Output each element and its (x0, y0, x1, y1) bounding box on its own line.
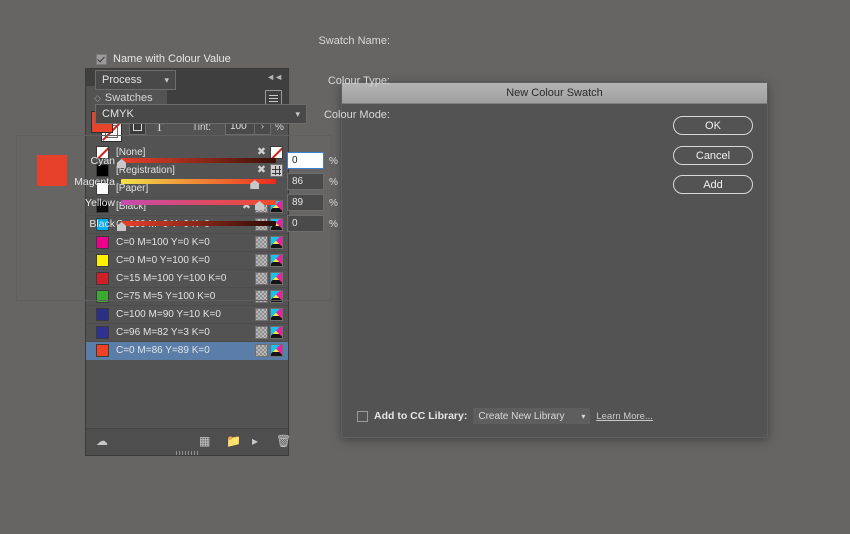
swatch-row[interactable]: C=96 M=82 Y=3 K=0 (86, 324, 288, 342)
slider-label: Black (89, 218, 115, 230)
new-colour-swatch-dialog: New Colour Swatch (341, 82, 768, 438)
object-square-icon (133, 122, 142, 131)
swatch-colour-chip (97, 327, 108, 338)
tint-label: Tint: (192, 122, 212, 133)
cmyk-mode-icon (271, 309, 282, 320)
tint-grid-icon (256, 345, 267, 356)
colour-slider-row: Cyan 0% (17, 152, 338, 170)
colour-mode-dropdown[interactable]: CMYK ▾ (96, 105, 306, 123)
slider-percent-label: % (329, 156, 338, 167)
cmyk-mode-icon (271, 345, 282, 356)
swatch-name-label: Swatch Name: (318, 35, 390, 47)
swatch-colour-chip (97, 309, 108, 320)
colour-type-dropdown[interactable]: Process ▾ (96, 71, 175, 89)
slider-percent-label: % (329, 177, 338, 188)
new-swatch-icon[interactable]: ▸ (252, 435, 258, 448)
swatch-name-label: C=96 M=82 Y=3 K=0 (116, 327, 210, 338)
tab-grip-icon: ◇ (94, 92, 101, 103)
cc-library-icon[interactable]: ☁ (96, 435, 108, 448)
swatch-colour-chip (97, 345, 108, 356)
dialog-title: New Colour Swatch (506, 87, 603, 99)
swatch-name-label: C=100 M=90 Y=10 K=0 (116, 309, 221, 320)
add-button[interactable]: Add (673, 175, 753, 194)
tab-swatches-label: Swatches (104, 92, 153, 104)
colour-mode-value: CMYK (102, 108, 134, 120)
menu-line (269, 95, 278, 96)
slider-label: Yellow (85, 197, 115, 209)
panel-footer: ☁ ▦ 📁 ▸ 🗑 (86, 428, 291, 455)
slider-track[interactable] (121, 158, 276, 163)
tint-grid-icon (256, 327, 267, 338)
cc-library-dropdown-value: Create New Library (478, 410, 565, 422)
slider-value-input[interactable]: 86 (288, 174, 323, 189)
swatch-row[interactable]: C=0 M=86 Y=89 K=0 (86, 342, 288, 360)
colour-type-label: Colour Type: (327, 75, 390, 87)
slider-label: Cyan (90, 155, 115, 167)
colour-type-value: Process (102, 74, 142, 86)
colour-slider-area: Cyan 0% Magenta 86% Yellow 89% Black 0% (16, 135, 338, 301)
panel-resize-grip[interactable] (176, 451, 198, 455)
colour-slider-row: Black 0% (17, 215, 338, 233)
swatch-row-icons (256, 327, 282, 338)
new-swatch-group-icon[interactable]: 📁 (226, 435, 241, 448)
ok-button[interactable]: OK (673, 116, 753, 135)
dialog-titlebar: New Colour Swatch (342, 83, 767, 104)
menu-line (269, 101, 278, 102)
slider-track[interactable] (121, 221, 276, 226)
tint-grid-icon (256, 309, 267, 320)
slider-percent-label: % (329, 198, 338, 209)
name-with-colour-value-checkbox[interactable]: Name with Colour Value (96, 53, 231, 65)
swatch-row[interactable]: C=100 M=90 Y=10 K=0 (86, 306, 288, 324)
slider-value-input[interactable]: 0 (288, 153, 323, 168)
name-with-colour-value-label: Name with Colour Value (113, 53, 231, 65)
learn-more-link[interactable]: Learn More... (596, 411, 653, 422)
add-to-cc-library-row: Add to CC Library: Create New Library ▾ … (357, 408, 653, 424)
cc-library-dropdown[interactable]: Create New Library ▾ (473, 408, 591, 424)
new-colour-group-icon[interactable]: ▦ (199, 435, 210, 448)
chevron-down-icon: ▾ (581, 411, 586, 421)
menu-line (269, 98, 278, 99)
chevron-down-icon: ▾ (295, 108, 300, 119)
colour-slider-row: Yellow 89% (17, 194, 338, 212)
slider-percent-label: % (329, 219, 338, 230)
colour-slider-row: Magenta 86% (17, 173, 338, 191)
slider-label: Magenta (74, 176, 115, 188)
chevron-down-icon: ▾ (164, 74, 169, 85)
tint-percent-label: % (275, 122, 284, 133)
swatch-row-icons (256, 309, 282, 320)
add-to-cc-library-label: Add to CC Library: (374, 410, 468, 422)
swatch-row-icons (256, 345, 282, 356)
add-to-cc-library-checkbox[interactable] (357, 410, 368, 422)
delete-swatch-icon[interactable]: 🗑 (276, 435, 291, 448)
cmyk-mode-icon (271, 327, 282, 338)
checkbox-box-icon (96, 53, 107, 65)
cancel-button[interactable]: Cancel (673, 146, 753, 165)
slider-track[interactable] (121, 200, 276, 205)
slider-value-input[interactable]: 89 (288, 195, 323, 210)
swatch-name-label: C=0 M=86 Y=89 K=0 (116, 345, 210, 356)
slider-value-input[interactable]: 0 (288, 216, 323, 231)
